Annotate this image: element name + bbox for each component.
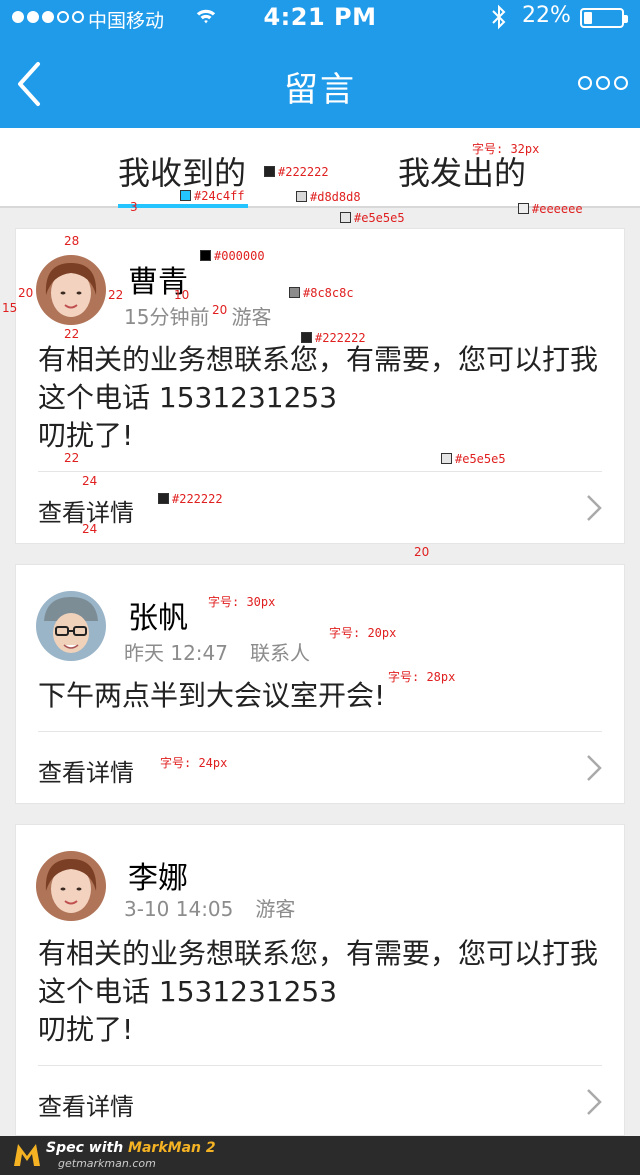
dimension-label: 22 [64, 327, 80, 341]
annotation-tab-color: #222222 [264, 165, 329, 179]
annotation-meta-color: #8c8c8c [289, 286, 354, 300]
sender-name: 张帆 [128, 601, 188, 636]
dimension-label: 22 [64, 451, 80, 465]
tab-received[interactable]: 我收到的 [118, 148, 246, 194]
dimension-label: 20 [212, 303, 228, 317]
dimension-label: 20 [414, 545, 430, 559]
message-time: 3-10 14:05 [124, 897, 234, 921]
dimension-label: 15 [2, 301, 18, 315]
view-details-link[interactable]: 查看详情 [38, 753, 134, 788]
dimension-label: 24 [82, 474, 98, 488]
message-line: 叨扰了! [38, 1013, 134, 1046]
chevron-right-icon[interactable] [584, 753, 604, 783]
message-card: 张帆 昨天 12:47 联系人 下午两点半到大会议室开会! 查看详情 [15, 564, 625, 804]
sender-role: 游客 [255, 897, 296, 921]
message-time: 15分钟前 [124, 305, 210, 329]
dimension-label: 3 [130, 200, 138, 214]
chevron-right-icon[interactable] [584, 493, 604, 523]
chevron-right-icon[interactable] [584, 1087, 604, 1117]
annotation-bg-color: #eeeeee [518, 202, 583, 216]
card-divider [38, 731, 602, 732]
sender-name: 李娜 [128, 861, 188, 896]
annotation-font-detail: 字号: 24px [160, 756, 228, 770]
message-line: 有相关的业务想联系您，有需要，您可以打我 [38, 937, 599, 970]
annotation-detail-color: #222222 [158, 492, 223, 506]
dimension-label: 10 [174, 288, 190, 302]
battery-percent: 22% [522, 3, 571, 28]
message-meta: 昨天 12:47 联系人 [124, 637, 310, 666]
view-details-link[interactable]: 查看详情 [38, 1087, 134, 1122]
battery-fill [584, 12, 592, 24]
annotation-card-border: #e5e5e5 [340, 211, 405, 225]
message-line: 叨扰了! [38, 419, 134, 452]
message-body: 有相关的业务想联系您，有需要，您可以打我 这个电话 1531231253 叨扰了… [38, 935, 608, 1049]
message-time: 昨天 12:47 [124, 641, 228, 665]
dimension-label: 24 [82, 522, 98, 536]
annotation-divider-color: #e5e5e5 [441, 452, 506, 466]
avatar [36, 851, 106, 921]
markman-footer: Spec with MarkMan 2 getmarkman.com [0, 1136, 640, 1175]
message-meta: 3-10 14:05 游客 [124, 893, 295, 922]
message-body: 有相关的业务想联系您，有需要，您可以打我 这个电话 1531231253 叨扰了… [38, 341, 608, 455]
footer-brand: Spec with MarkMan 2 [46, 1140, 216, 1156]
annotation-font-meta: 字号: 20px [329, 626, 397, 640]
markman-logo-icon [14, 1144, 40, 1166]
battery-icon [580, 8, 628, 28]
message-line: 这个电话 1531231253 [38, 975, 338, 1008]
avatar [36, 591, 106, 661]
message-body: 下午两点半到大会议室开会! [38, 677, 608, 715]
more-options-icon[interactable] [578, 76, 628, 90]
message-meta: 15分钟前 游客 [124, 301, 271, 330]
sender-role: 联系人 [250, 641, 310, 665]
status-bar: 中国移动 4:21 PM 22% [0, 0, 640, 36]
annotation-body-color: #222222 [301, 331, 366, 345]
annotation-font-body: 字号: 28px [388, 670, 456, 684]
page-title: 留言 [284, 70, 356, 110]
card-divider [38, 1065, 602, 1066]
message-card: 曹青 15分钟前 游客 有相关的业务想联系您，有需要，您可以打我 这个电话 153… [15, 228, 625, 544]
dimension-label: 20 [18, 286, 34, 300]
annotation-border-color: #d8d8d8 [296, 190, 361, 204]
dimension-label: 22 [108, 288, 124, 302]
annotation-underline-color: #24c4ff [180, 189, 245, 203]
app-header: 中国移动 4:21 PM 22% 留言 [0, 0, 640, 128]
footer-url: getmarkman.com [58, 1157, 156, 1170]
avatar [36, 255, 106, 325]
message-line: 下午两点半到大会议室开会! [38, 679, 386, 712]
message-card: 李娜 3-10 14:05 游客 有相关的业务想联系您，有需要，您可以打我 这个电… [15, 824, 625, 1136]
sender-role: 游客 [231, 305, 272, 329]
dimension-label: 28 [64, 234, 80, 248]
annotation-font-tab: 字号: 32px [472, 142, 540, 156]
annotation-name-color: #000000 [200, 249, 265, 263]
card-divider [38, 471, 602, 472]
annotation-font-name: 字号: 30px [208, 595, 276, 609]
message-line: 有相关的业务想联系您，有需要，您可以打我 [38, 343, 599, 376]
bluetooth-icon [492, 4, 506, 30]
message-line: 这个电话 1531231253 [38, 381, 338, 414]
